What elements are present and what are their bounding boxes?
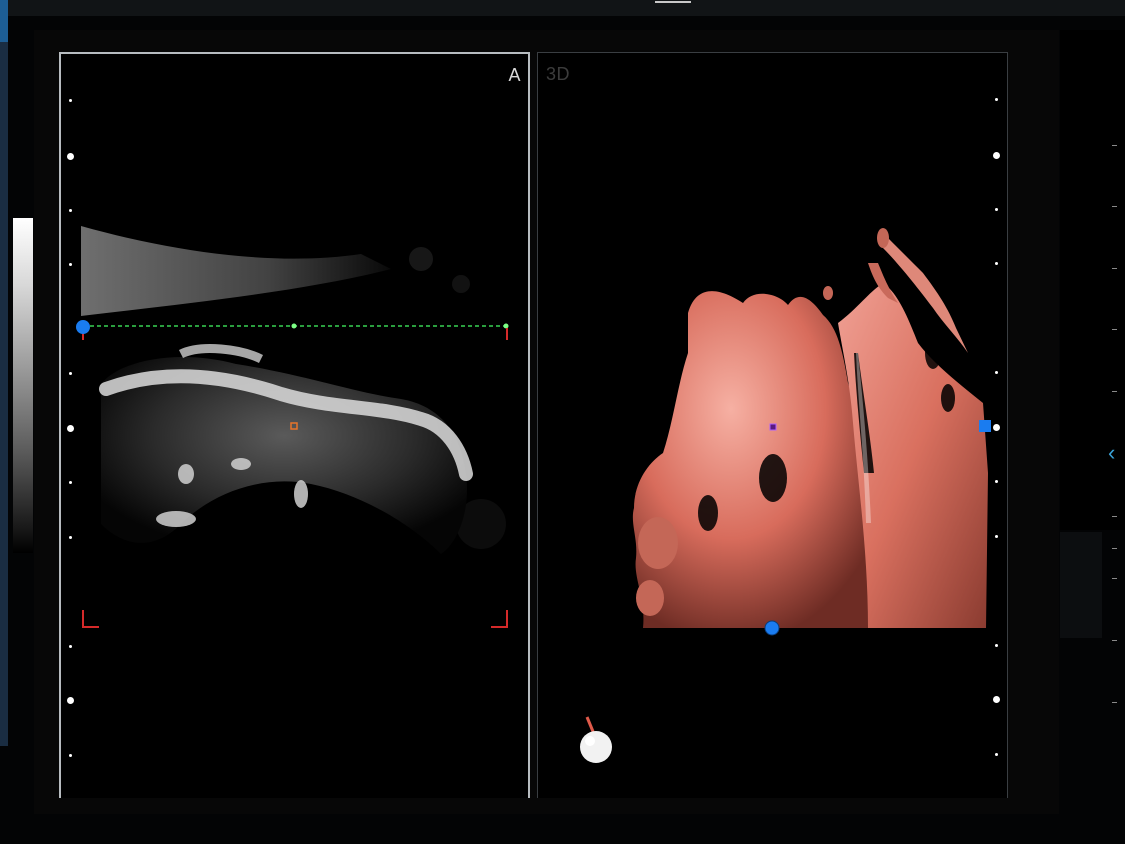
scale-dot (995, 208, 998, 211)
chevron-left-icon[interactable]: ‹ (1108, 442, 1115, 464)
scale-dot (993, 696, 1000, 703)
scale-dot (995, 644, 998, 647)
ruler-tick (1112, 548, 1117, 549)
side-panel-tab[interactable] (0, 0, 8, 42)
ruler-tick (1112, 640, 1117, 641)
scale-dot (995, 371, 998, 374)
scale-dot (67, 425, 74, 432)
viewport-3d[interactable]: 3D (537, 52, 1008, 798)
scale-dot (69, 481, 72, 484)
render-center-marker (769, 423, 777, 431)
scale-dot (995, 98, 998, 101)
ruler-tick (1112, 578, 1117, 579)
scale-dot (69, 263, 72, 266)
scale-dot (69, 754, 72, 757)
ruler-tick (1112, 145, 1117, 146)
scale-dot (995, 480, 998, 483)
ruler-tick (1112, 268, 1117, 269)
ruler-tick (1112, 206, 1117, 207)
ruler-panel-block (1060, 532, 1102, 638)
ruler-tick (1112, 329, 1117, 330)
ruler-tick (1112, 391, 1117, 392)
scale-dot (69, 536, 72, 539)
cut-line-handle[interactable] (76, 320, 90, 334)
scale-dot (993, 152, 1000, 159)
ruler-tick (1112, 516, 1117, 517)
scale-dot (67, 697, 74, 704)
scale-dot (69, 99, 72, 102)
scale-dot (69, 372, 72, 375)
top-bar (0, 0, 1125, 16)
scale-dot (995, 535, 998, 538)
gray-scale-bar (13, 218, 33, 553)
scale-dot (69, 645, 72, 648)
render-bottom-handle[interactable] (764, 620, 780, 636)
scale-dot (995, 753, 998, 756)
active-tab-indicator (655, 1, 691, 3)
ultrasound-slice-image[interactable] (61, 54, 528, 798)
scale-dot (995, 262, 998, 265)
orientation-sphere-icon[interactable] (580, 716, 612, 763)
ruler-tick (1112, 702, 1117, 703)
side-panel-edge (0, 42, 8, 746)
scale-dot (67, 153, 74, 160)
viewport-a[interactable]: A (59, 52, 530, 798)
scale-dot (69, 209, 72, 212)
volume-render-image[interactable] (538, 53, 1007, 798)
scale-dot (993, 424, 1000, 431)
render-side-handle[interactable] (979, 420, 991, 432)
